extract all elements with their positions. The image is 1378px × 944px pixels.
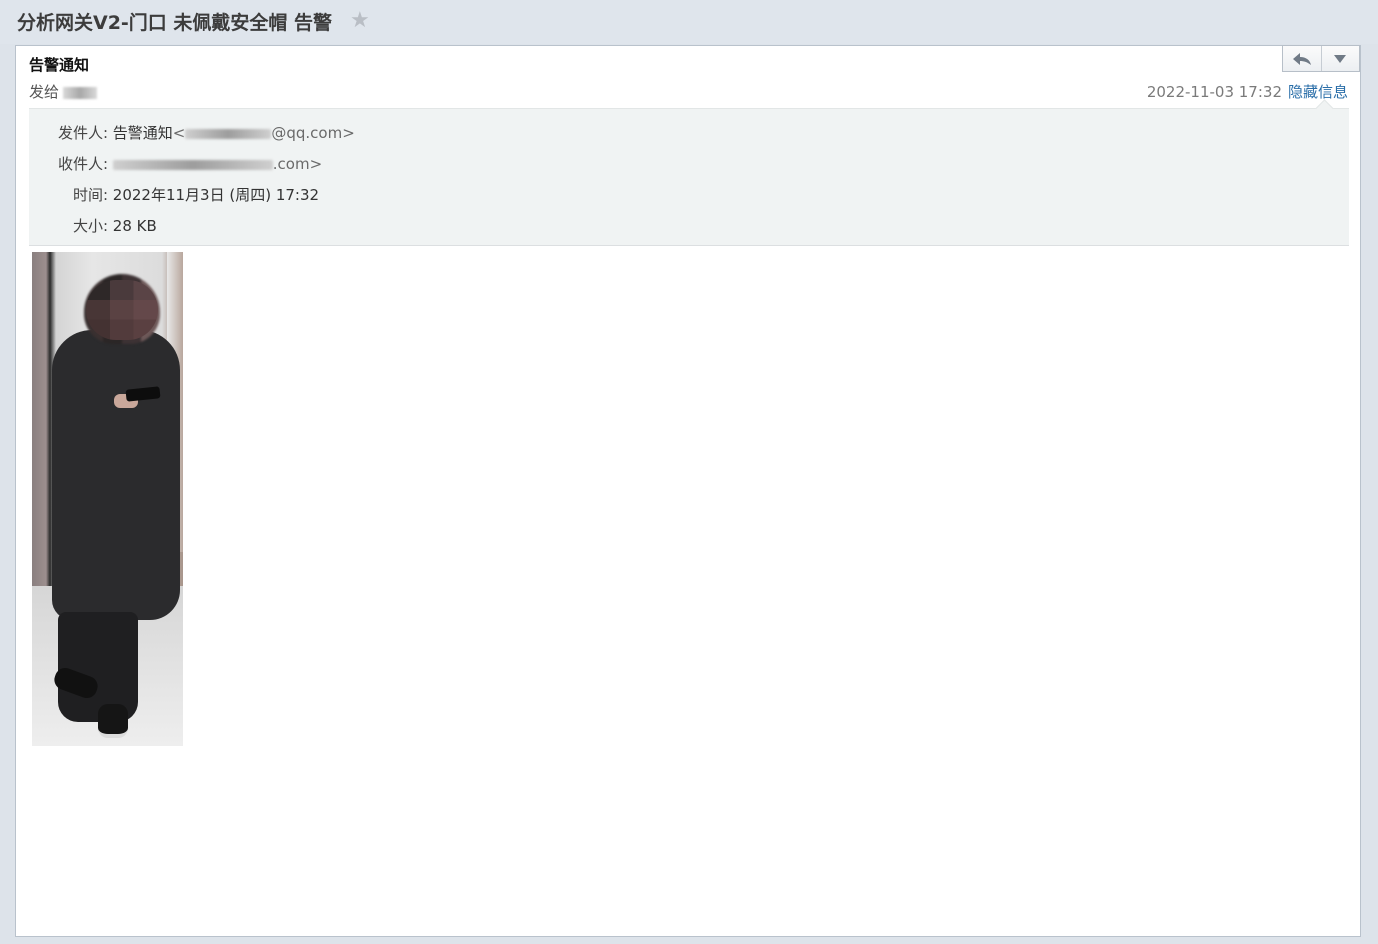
hide-info-link[interactable]: 隐藏信息 [1288, 83, 1348, 101]
image-person-body [52, 330, 180, 620]
sent-to-line: 发给 [29, 81, 98, 102]
time-label: 时间: [72, 186, 108, 204]
sender-email[interactable]: < @qq.com> [173, 124, 355, 142]
sent-date: 2022-11-03 17:32 [1146, 83, 1282, 101]
mail-toolbar [1282, 45, 1360, 72]
size-row: 大小: 28 KB [29, 215, 157, 236]
image-shoe-right [98, 704, 128, 738]
detail-panel-notch [1315, 99, 1334, 118]
mail-panel: 告警通知 发给 2022-11-03 17:32 隐藏信息 发件人: 告警通知< @… [15, 45, 1361, 937]
star-icon[interactable]: ★ [350, 8, 370, 33]
detail-panel: 发件人: 告警通知< @qq.com> 收件人: .com> 时间: 2022年1… [29, 99, 1349, 246]
email-subject: 分析网关V2-门口 未佩戴安全帽 告警 [17, 12, 333, 34]
sender-row: 发件人: 告警通知< @qq.com> [29, 122, 355, 143]
reply-button[interactable] [1283, 46, 1321, 71]
time-value: 2022年11月3日 (周四) 17:32 [112, 186, 320, 204]
recipient-email-redacted [112, 159, 273, 170]
chevron-down-icon [1334, 54, 1347, 63]
sender-label: 发件人: [57, 124, 108, 142]
sender-email-redacted [185, 128, 272, 139]
subject-bar: 分析网关V2-门口 未佩戴安全帽 告警 ★ [0, 0, 1378, 44]
size-label: 大小: [72, 217, 108, 235]
more-actions-button[interactable] [1320, 46, 1360, 71]
recipient-name-redacted [63, 86, 98, 99]
reply-icon [1292, 52, 1311, 65]
sender-value[interactable]: 告警通知 [113, 124, 173, 142]
date-area: 2022-11-03 17:32 隐藏信息 [1147, 81, 1348, 102]
time-row: 时间: 2022年11月3日 (周四) 17:32 [29, 184, 319, 205]
image-head-mosaic [86, 280, 158, 340]
sender-name[interactable]: 告警通知 [29, 54, 89, 75]
recipient-email[interactable]: .com> [112, 155, 322, 173]
image-person-legs [58, 612, 138, 722]
sent-to-label: 发给 [29, 83, 60, 101]
recipient-label: 收件人: [57, 155, 108, 173]
size-value: 28 KB [112, 217, 157, 235]
recipient-row: 收件人: .com> [29, 153, 322, 174]
alert-snapshot-image[interactable] [32, 252, 183, 746]
